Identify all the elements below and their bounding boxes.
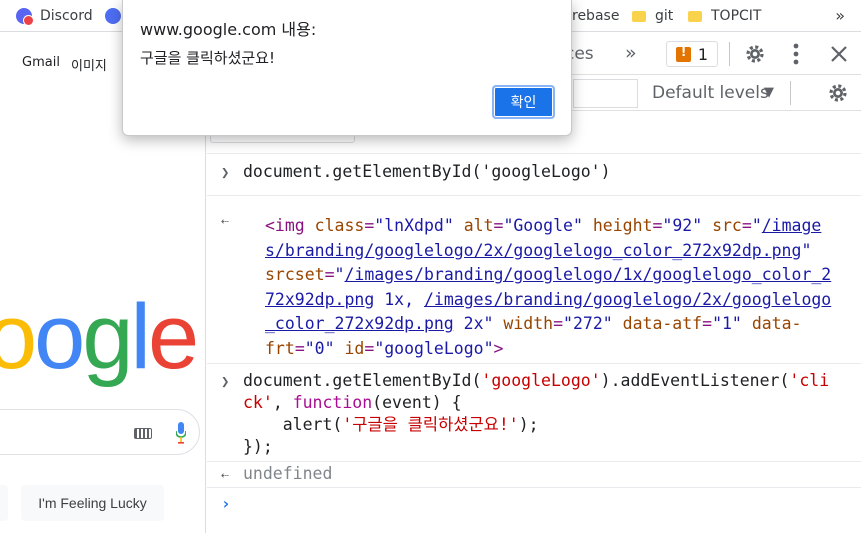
console-output-row: ⇠ <img class="lnXdpd" alt="Google" heigh… — [207, 195, 861, 363]
console-input-row: ❯ document.getElementById('googleLogo') — [207, 153, 861, 195]
images-link[interactable]: 이미지 — [71, 55, 107, 74]
search-input[interactable] — [0, 409, 200, 455]
bookmark-git[interactable]: git — [632, 6, 673, 26]
feeling-lucky-button[interactable]: I'm Feeling Lucky — [21, 485, 164, 521]
undefined-output: undefined — [243, 464, 333, 483]
output-line: srcset="/images/branding/googlelogo/1x/g… — [265, 265, 832, 284]
logo-letter: o — [34, 286, 85, 388]
code-line: document.getElementById('googleLogo').ad… — [243, 371, 830, 390]
bookmark-label: git — [655, 8, 674, 24]
console-prompt-row[interactable]: › — [207, 487, 861, 533]
microphone-icon[interactable] — [176, 422, 186, 444]
keyboard-icon[interactable] — [134, 428, 152, 439]
bookmark-label: rebase — [572, 8, 620, 24]
kebab-menu-icon[interactable] — [793, 43, 799, 65]
return-arrow-icon: ⇠ — [221, 214, 229, 229]
chevron-right-icon: ❯ — [221, 374, 230, 390]
return-arrow-icon: ⇠ — [221, 468, 229, 483]
console-input-text[interactable]: document.getElementById('googleLogo') — [243, 160, 611, 185]
console-settings-icon[interactable] — [827, 82, 849, 104]
chevron-right-icon: ❯ — [221, 165, 230, 181]
discord-icon — [16, 8, 34, 26]
console-filter-input[interactable] — [573, 79, 638, 108]
c-icon — [105, 8, 121, 24]
code-line: ck', function(event) { — [243, 393, 462, 412]
output-line: _color_272x92dp.png 2x" width="272" data… — [265, 314, 802, 333]
bookmark-label: TOPCIT — [711, 8, 762, 24]
alert-dialog: www.google.com 내용: 구글을 클릭하셨군요! 확인 — [122, 0, 572, 136]
issues-count: 1 — [697, 44, 709, 64]
prompt-chevron-icon: › — [221, 494, 231, 513]
dialog-origin: www.google.com 내용: — [140, 20, 317, 39]
bookmark-label: Discord — [40, 8, 93, 24]
warning-icon — [675, 45, 691, 62]
ok-button[interactable]: 확인 — [492, 85, 555, 119]
log-levels-label: Default levels — [652, 83, 769, 103]
output-line: s/branding/googlelogo/2x/googlelogo_colo… — [265, 240, 812, 260]
output-line: frt="0" id="googleLogo"> — [265, 338, 504, 358]
more-tabs-icon[interactable]: » — [625, 42, 637, 64]
divider — [790, 81, 791, 105]
chevron-down-icon: ▼ — [764, 85, 774, 100]
console-input-row: ❯ document.getElementById('googleLogo').… — [207, 363, 861, 461]
console-log: ❯ document.getElementById('googleLogo') … — [207, 153, 861, 533]
google-logo[interactable]: oogle — [0, 291, 199, 383]
dialog-message: 구글을 클릭하셨군요! — [140, 49, 275, 67]
gmail-link[interactable]: Gmail — [22, 55, 60, 70]
bookmark-topcit[interactable]: TOPCIT — [688, 6, 761, 26]
logo-letter: l — [130, 286, 152, 388]
logo-letter: g — [82, 286, 133, 388]
logo-letter: e — [147, 286, 199, 388]
close-icon[interactable] — [831, 46, 847, 62]
bookmark-rebase[interactable]: rebase — [572, 6, 619, 26]
folder-icon — [632, 10, 646, 22]
settings-gear-icon[interactable] — [744, 43, 766, 65]
bookmark-discord[interactable]: Discord — [16, 6, 93, 26]
google-search-button[interactable] — [0, 485, 8, 521]
issues-counter-button[interactable]: 1 — [666, 41, 718, 67]
bookmarks-more-button[interactable]: » — [835, 6, 845, 25]
code-line: alert('구글을 클릭하셨군요!'); — [243, 415, 539, 434]
folder-icon — [688, 10, 702, 22]
divider — [729, 42, 730, 66]
logo-letter: o — [0, 286, 37, 388]
code-line: }); — [243, 437, 273, 456]
output-line: <img class="lnXdpd" alt="Google" height=… — [265, 216, 822, 235]
output-line: 72x92dp.png 1x, /images/branding/googlel… — [265, 289, 832, 309]
console-output-row: ⇠ undefined — [207, 461, 861, 487]
